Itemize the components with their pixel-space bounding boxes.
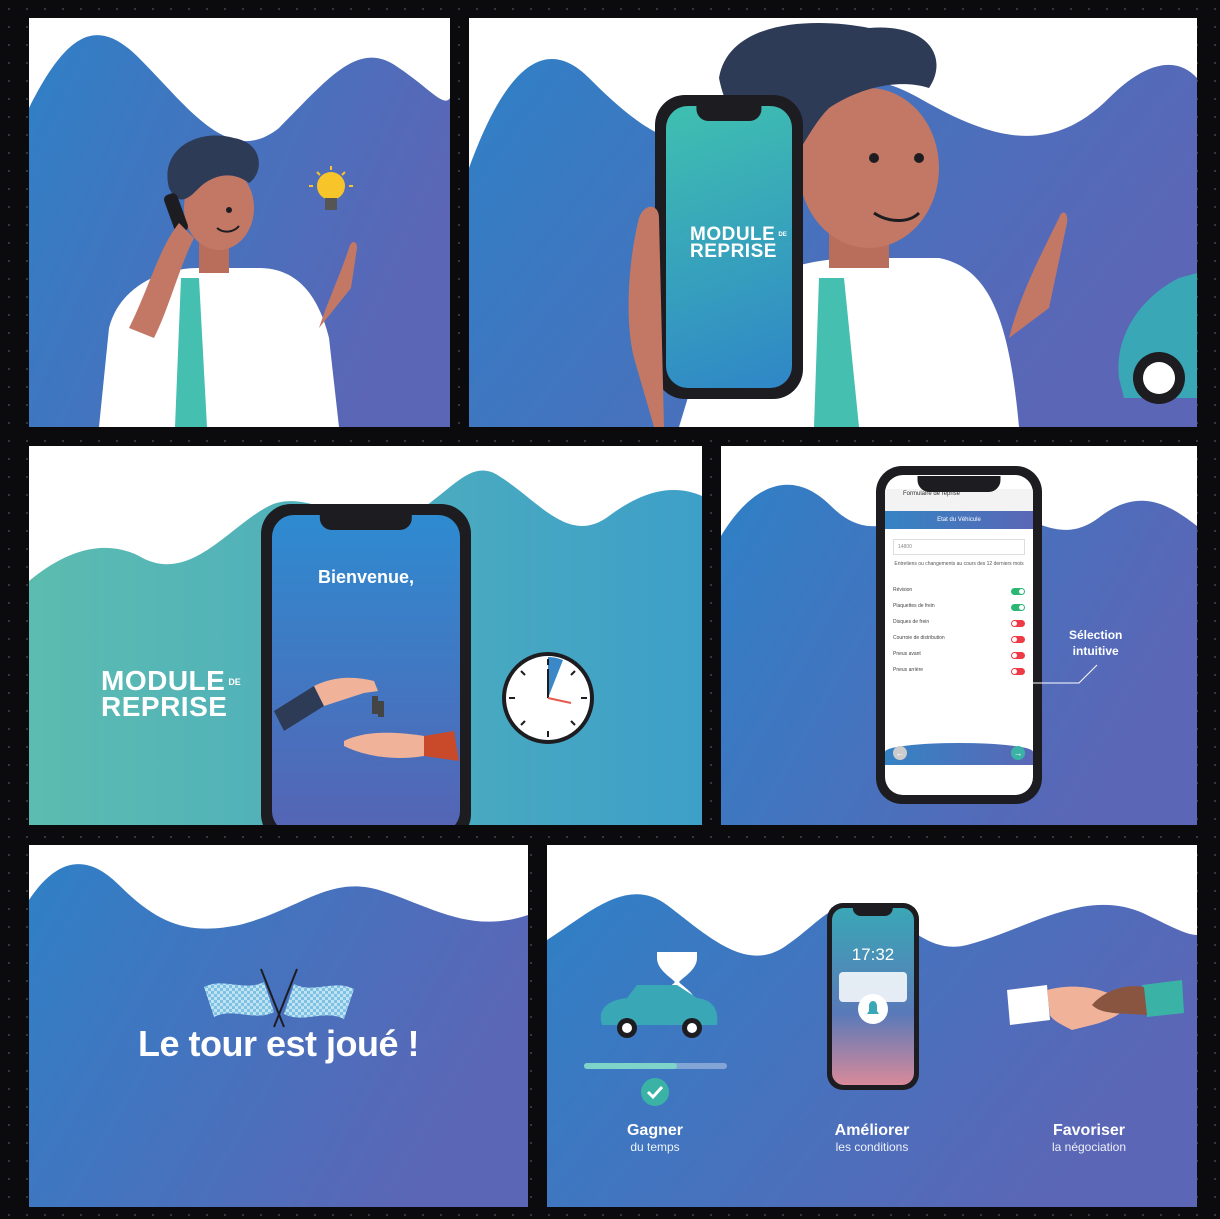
key-handover-illustration [274,677,459,761]
toggle-label: Disques de frein [893,619,930,625]
panel-show-phone: MODULE DE REPRISE [469,18,1197,427]
toggle-row: Disques de frein [893,619,1025,629]
toggle-row: Courroie de distribution [893,635,1025,645]
toggle-switch[interactable] [1011,620,1025,627]
callout-label: Sélection intuitive [1069,628,1123,658]
callout-line [1029,664,1098,684]
toggle-label: Révision [893,587,913,593]
panel-idea [29,18,450,427]
lightbulb-icon [309,166,353,210]
toggle-row: Pneus arrière [893,667,1025,677]
bell-icon [858,994,888,1024]
toggle-label: Pneus arrière [893,667,924,673]
check-icon [641,1078,669,1106]
benefit-time: Gagner du temps [626,1122,683,1154]
panel-finish: Le tour est joué ! [29,845,528,1207]
toggle-row: Pneus avant [893,651,1025,661]
lock-time: 17:32 [851,945,895,964]
benefit-negotiation: Favoriser la négociation [1051,1122,1127,1154]
toggle-switch[interactable] [1011,636,1025,643]
module-reprise-logo: MODULE DE REPRISE [101,665,241,722]
section-header: Etat du Véhicule [885,511,1033,529]
toggle-row: Révision [893,587,1025,597]
maintenance-question: Entretiens ou changements au cours des 1… [894,561,1024,567]
next-arrow-icon[interactable]: → [1011,746,1025,760]
panel-form: Formulaire de reprise Etat du Véhicule 1… [721,446,1197,825]
checkered-flags-icon [204,968,354,1028]
car-illustration [1118,273,1197,404]
back-arrow-icon[interactable]: ← [893,746,907,760]
mileage-input[interactable]: 14800 [893,539,1025,555]
toggle-switch[interactable] [1011,588,1025,595]
hand-holding-phone [628,206,664,427]
form-footer: ← → [885,743,1033,765]
welcome-text: Bienvenue, [317,567,415,587]
panel-benefits: 17:32 Gagner du temps Améliorer les cond… [547,845,1197,1207]
toggle-label: Pneus avant [893,651,921,657]
toggle-row: Plaquettes de frein [893,603,1025,613]
toggle-switch[interactable] [1011,668,1025,675]
progress-bar [584,1063,727,1069]
toggle-switch[interactable] [1011,604,1025,611]
handshake-icon [1007,980,1184,1030]
benefit-conditions: Améliorer les conditions [834,1122,910,1154]
clock-icon [502,652,594,744]
browser-bar: Formulaire de reprise [885,489,1033,511]
toggle-label: Courroie de distribution [893,635,945,641]
module-reprise-logo: MODULE DE REPRISE [690,224,787,263]
toggle-label: Plaquettes de frein [893,603,935,609]
panel-welcome: MODULE DE REPRISE Bienvenue, [29,446,702,825]
lock-screen-phone: 17:32 [827,903,919,1090]
finish-headline: Le tour est joué ! [137,1023,420,1064]
car-hourglass-icon [600,952,718,1038]
phone-mockup: Formulaire de reprise Etat du Véhicule 1… [876,466,1042,804]
toggle-switch[interactable] [1011,652,1025,659]
